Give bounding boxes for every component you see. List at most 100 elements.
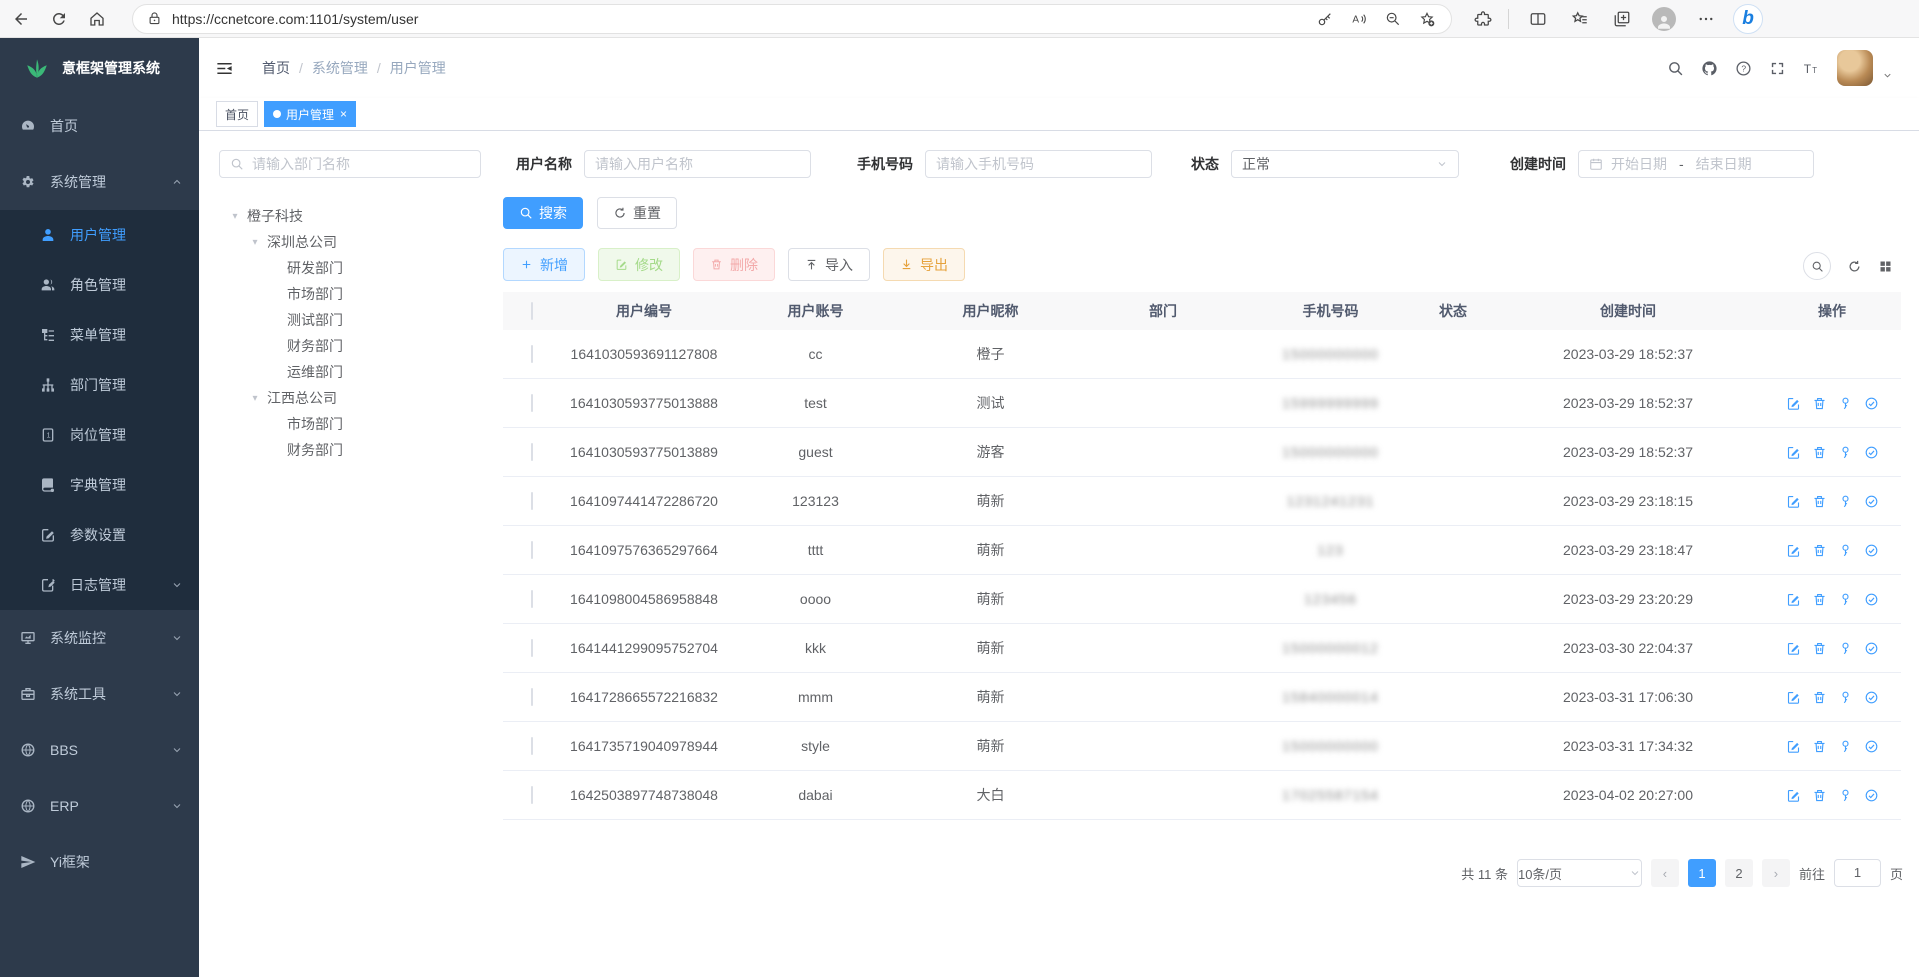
action-button[interactable]: 删除 — [693, 248, 775, 281]
bing-chat-icon[interactable]: b — [1731, 4, 1765, 34]
assign-role-check-icon[interactable] — [1864, 788, 1879, 803]
tree-node[interactable]: ▾ 深圳总公司 — [219, 229, 494, 255]
delete-icon[interactable] — [1812, 445, 1827, 460]
reset-password-key-icon[interactable] — [1838, 690, 1853, 705]
sidebar-item[interactable]: 系统管理 — [0, 154, 199, 210]
reset-password-key-icon[interactable] — [1838, 494, 1853, 509]
help-icon[interactable]: ? — [1735, 60, 1752, 77]
select-all-checkbox[interactable] — [531, 302, 533, 320]
sidebar-item[interactable]: 用户管理 — [0, 210, 199, 260]
edit-icon[interactable] — [1786, 494, 1801, 509]
tree-node[interactable]: 财务部门 — [219, 333, 494, 359]
page-number-button[interactable]: 1 — [1688, 859, 1716, 887]
row-checkbox[interactable] — [531, 443, 533, 461]
action-button[interactable]: 导入 — [788, 248, 870, 281]
assign-role-check-icon[interactable] — [1864, 543, 1879, 558]
page-size-select[interactable]: 10条/页 — [1517, 859, 1642, 887]
password-key-icon[interactable] — [1311, 4, 1339, 34]
tree-node[interactable]: 运维部门 — [219, 359, 494, 385]
row-checkbox[interactable] — [531, 492, 533, 510]
tab-close-icon[interactable]: × — [340, 107, 347, 121]
sidebar-item[interactable]: 日志管理 — [0, 560, 199, 610]
favorite-add-icon[interactable] — [1413, 4, 1441, 34]
tree-node[interactable]: ▾ 江西总公司 — [219, 385, 494, 411]
toggle-search-button[interactable] — [1803, 252, 1831, 280]
view-tab[interactable]: 首页 — [216, 101, 258, 127]
caret-down-icon[interactable]: ▾ — [227, 211, 243, 222]
sidebar-item[interactable]: 字典管理 — [0, 460, 199, 510]
next-page-button[interactable]: › — [1762, 859, 1790, 887]
search-button[interactable]: 搜索 — [503, 197, 583, 229]
username-input[interactable]: 请输入用户名称 — [584, 150, 811, 178]
prev-page-button[interactable]: ‹ — [1651, 859, 1679, 887]
assign-role-check-icon[interactable] — [1864, 494, 1879, 509]
breadcrumb-item[interactable]: 系统管理 — [312, 58, 368, 78]
sidebar-item[interactable]: 部门管理 — [0, 360, 199, 410]
assign-role-check-icon[interactable] — [1864, 396, 1879, 411]
reset-password-key-icon[interactable] — [1838, 396, 1853, 411]
delete-icon[interactable] — [1812, 543, 1827, 558]
split-screen-icon[interactable] — [1521, 4, 1555, 34]
user-avatar[interactable] — [1837, 50, 1873, 86]
sidebar-item[interactable]: 菜单管理 — [0, 310, 199, 360]
edit-icon[interactable] — [1786, 788, 1801, 803]
tree-node[interactable]: 财务部门 — [219, 437, 494, 463]
page-number-button[interactable]: 2 — [1725, 859, 1753, 887]
row-checkbox[interactable] — [531, 786, 533, 804]
edit-icon[interactable] — [1786, 543, 1801, 558]
date-range-picker[interactable]: 开始日期 - 结束日期 — [1578, 150, 1814, 178]
sidebar-item[interactable]: BBS — [0, 722, 199, 778]
delete-icon[interactable] — [1812, 396, 1827, 411]
action-button[interactable]: 新增 — [503, 248, 585, 281]
action-button[interactable]: 修改 — [598, 248, 680, 281]
view-tab[interactable]: 用户管理 × — [264, 101, 356, 127]
reset-password-key-icon[interactable] — [1838, 788, 1853, 803]
dept-search-input[interactable]: 请输入部门名称 — [219, 150, 481, 178]
row-checkbox[interactable] — [531, 688, 533, 706]
collections-icon[interactable] — [1605, 4, 1639, 34]
sidebar-item[interactable]: 系统工具 — [0, 666, 199, 722]
action-button[interactable]: 导出 — [883, 248, 965, 281]
extensions-icon[interactable] — [1466, 4, 1500, 34]
row-checkbox[interactable] — [531, 737, 533, 755]
zoom-out-icon[interactable] — [1379, 4, 1407, 34]
edit-icon[interactable] — [1786, 739, 1801, 754]
tree-node[interactable]: 市场部门 — [219, 411, 494, 437]
breadcrumb-item[interactable]: 首页 — [262, 58, 290, 78]
header-search-icon[interactable] — [1667, 60, 1684, 77]
sidebar-collapse-icon[interactable] — [215, 59, 234, 78]
status-select[interactable]: 正常 — [1231, 150, 1459, 178]
assign-role-check-icon[interactable] — [1864, 445, 1879, 460]
delete-icon[interactable] — [1812, 690, 1827, 705]
tree-node[interactable]: 测试部门 — [219, 307, 494, 333]
reset-password-key-icon[interactable] — [1838, 592, 1853, 607]
refresh-table-icon[interactable] — [1847, 259, 1862, 274]
fullscreen-icon[interactable] — [1769, 60, 1786, 77]
sidebar-item[interactable]: 角色管理 — [0, 260, 199, 310]
tree-node[interactable]: 研发部门 — [219, 255, 494, 281]
tree-node[interactable]: ▾ 橙子科技 — [219, 203, 494, 229]
delete-icon[interactable] — [1812, 739, 1827, 754]
reset-password-key-icon[interactable] — [1838, 543, 1853, 558]
caret-down-icon[interactable]: ▾ — [247, 237, 263, 248]
sidebar-item[interactable]: 系统监控 — [0, 610, 199, 666]
edit-icon[interactable] — [1786, 641, 1801, 656]
delete-icon[interactable] — [1812, 494, 1827, 509]
reset-password-key-icon[interactable] — [1838, 445, 1853, 460]
browser-profile-avatar[interactable] — [1647, 4, 1681, 34]
delete-icon[interactable] — [1812, 641, 1827, 656]
assign-role-check-icon[interactable] — [1864, 739, 1879, 754]
edit-icon[interactable] — [1786, 592, 1801, 607]
edit-icon[interactable] — [1786, 690, 1801, 705]
sidebar-item[interactable]: 参数设置 — [0, 510, 199, 560]
caret-down-icon[interactable]: ▾ — [247, 393, 263, 404]
tree-node[interactable]: 市场部门 — [219, 281, 494, 307]
assign-role-check-icon[interactable] — [1864, 690, 1879, 705]
sidebar-item[interactable]: 首页 — [0, 98, 199, 154]
read-aloud-icon[interactable]: A — [1345, 4, 1373, 34]
browser-refresh-icon[interactable] — [42, 4, 76, 34]
font-size-icon[interactable]: TT — [1803, 60, 1820, 77]
reset-password-key-icon[interactable] — [1838, 739, 1853, 754]
favorites-icon[interactable] — [1563, 4, 1597, 34]
edit-icon[interactable] — [1786, 445, 1801, 460]
